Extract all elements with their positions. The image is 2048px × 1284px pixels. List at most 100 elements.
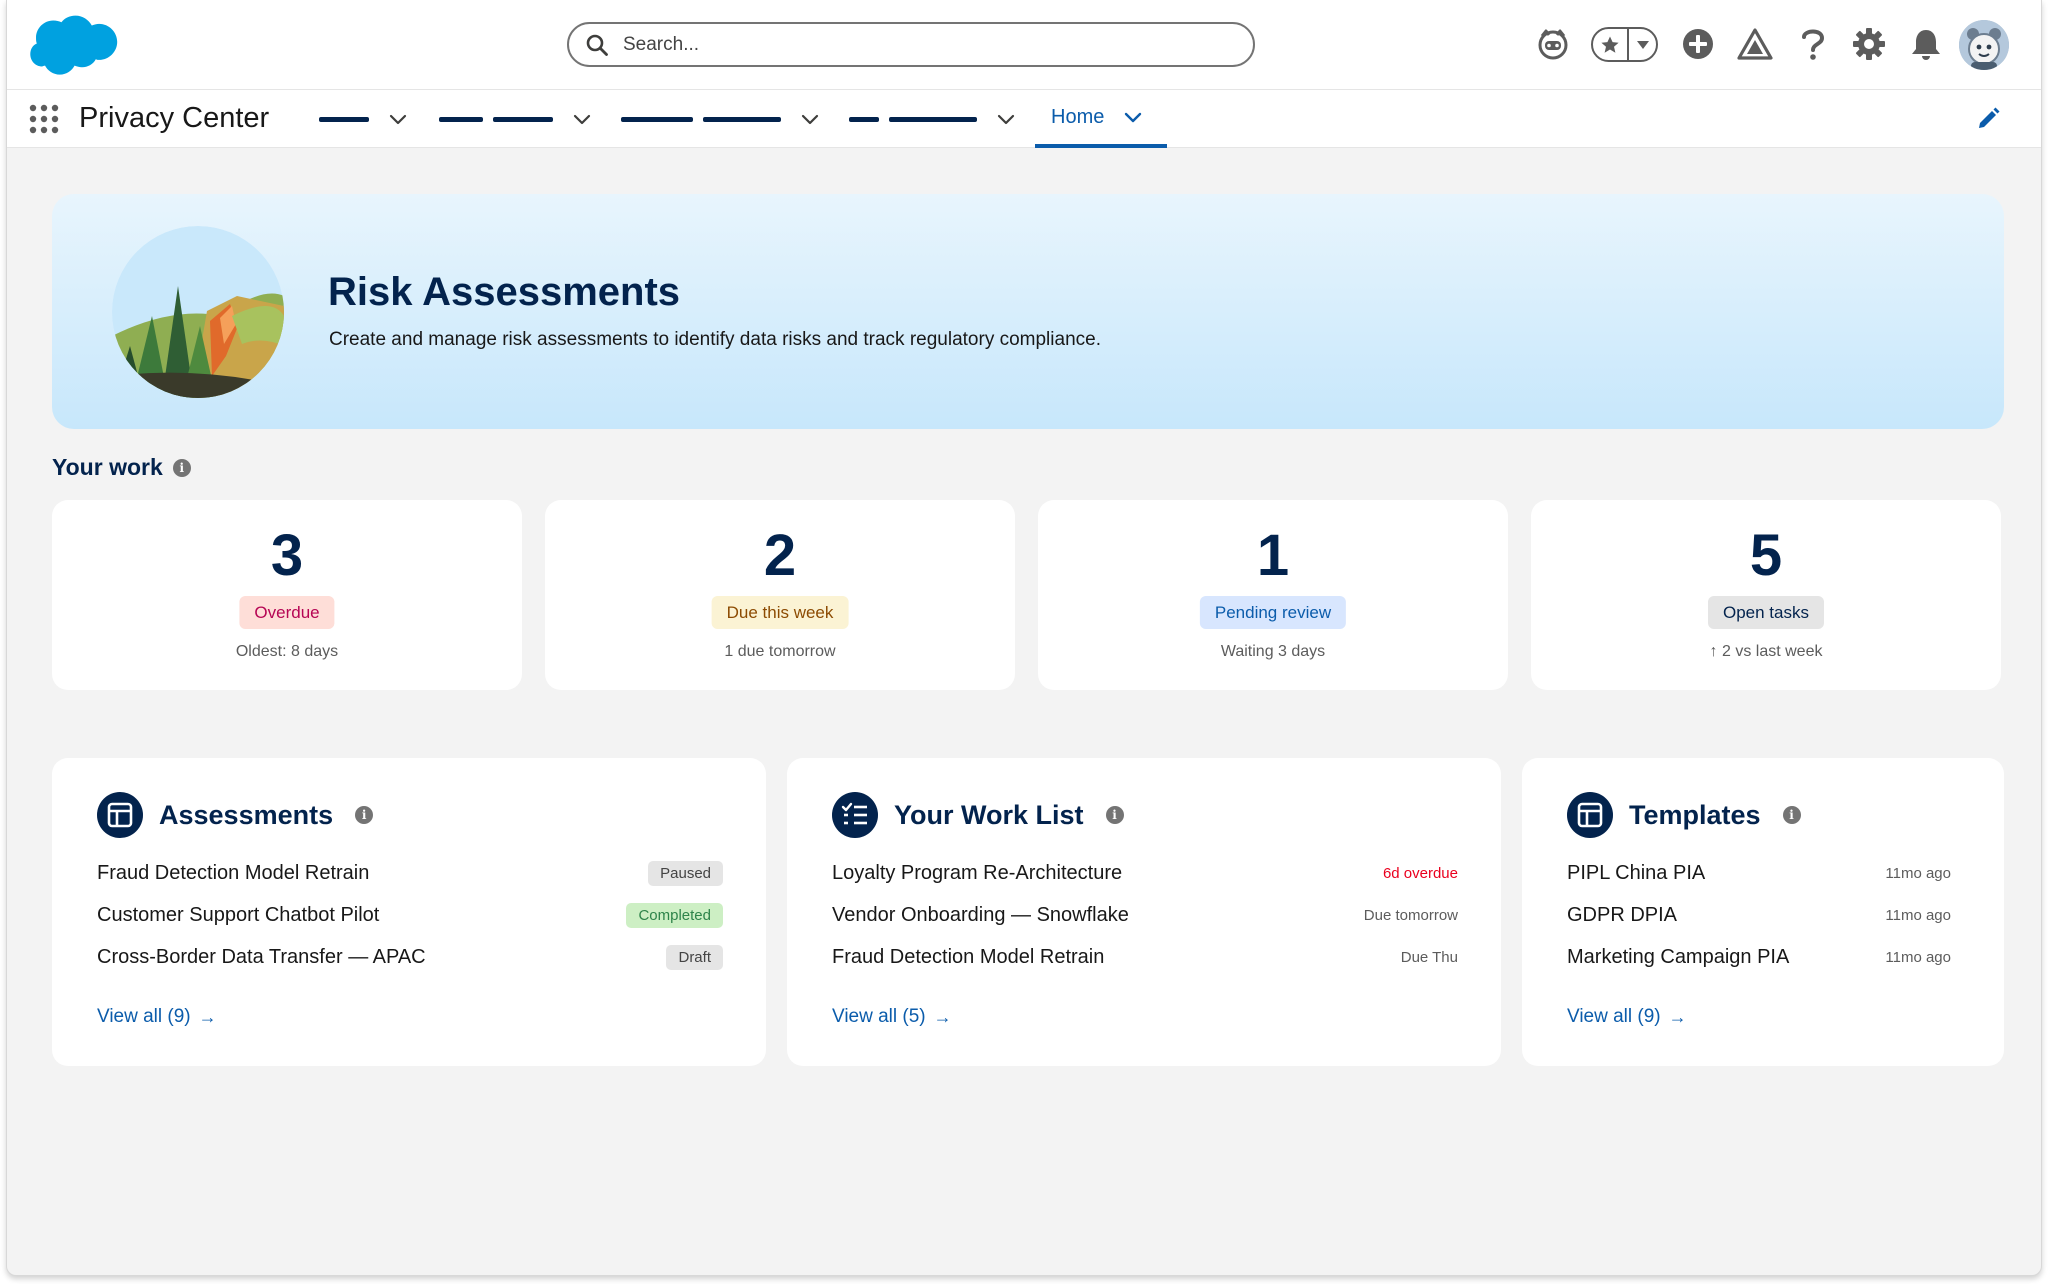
chevron-down-icon — [801, 114, 819, 125]
page-title: Risk Assessments — [328, 270, 681, 314]
arrow-right-icon: → — [1668, 1006, 1687, 1027]
due-status: Due Thu — [1400, 948, 1458, 966]
nav-tab-4[interactable] — [849, 90, 1017, 148]
list-item[interactable]: Vendor Onboarding — Snowflake Due tomorr… — [832, 900, 1458, 930]
stat-card-pending-review[interactable]: 1 Pending review Waiting 3 days — [1038, 500, 1508, 690]
plus-circle-icon — [1683, 29, 1713, 59]
due-status: 6d overdue — [1382, 864, 1458, 882]
view-all-link[interactable]: View all (9) → — [97, 1006, 217, 1028]
list-item[interactable]: Fraud Detection Model Retrain Paused — [97, 858, 723, 888]
user-avatar[interactable] — [1959, 20, 2009, 70]
card-title[interactable]: Templates — [1629, 800, 1761, 831]
status-badge: Due this week — [711, 596, 849, 629]
stat-count: 5 — [1749, 523, 1783, 588]
stat-count: 1 — [1256, 523, 1290, 588]
stat-count: 2 — [763, 523, 797, 588]
help-button[interactable] — [1793, 24, 1833, 64]
assessments-card: Assessments i Fraud Detection Model Retr… — [52, 758, 766, 1066]
stat-detail: 1 due tomorrow — [724, 643, 836, 660]
hero-banner: Risk Assessments Create and manage risk … — [52, 194, 2004, 429]
list-item[interactable]: Loyalty Program Re-Architecture 6d overd… — [832, 858, 1458, 888]
your-work-title: Your work — [52, 454, 163, 480]
card-header: Your Work List i — [832, 792, 1124, 838]
favorites-menu-button[interactable] — [1629, 29, 1656, 60]
nav-tab-home[interactable]: Home — [1035, 90, 1167, 148]
task-name[interactable]: Vendor Onboarding — Snowflake — [832, 904, 1129, 927]
stat-card-due-this-week[interactable]: 2 Due this week 1 due tomorrow — [545, 500, 1015, 690]
search-icon — [586, 34, 608, 56]
app-window: Privacy Center Home — [6, 0, 2042, 1276]
status-badge: Paused — [648, 860, 723, 886]
card-title[interactable]: Your Work List — [894, 800, 1084, 831]
chevron-down-icon — [573, 114, 591, 125]
task-name[interactable]: Fraud Detection Model Retrain — [832, 946, 1104, 969]
view-all-link[interactable]: View all (9) → — [1567, 1006, 1687, 1028]
card-header: Assessments i — [97, 792, 374, 838]
assessment-name[interactable]: Customer Support Chatbot Pilot — [97, 904, 379, 927]
search-input[interactable] — [623, 30, 1223, 60]
info-icon[interactable]: i — [1105, 806, 1124, 824]
global-search[interactable] — [567, 22, 1255, 67]
list-item[interactable]: Marketing Campaign PIA 11mo ago — [1567, 942, 1951, 972]
redacted-label — [493, 116, 553, 122]
stat-detail: Waiting 3 days — [1220, 643, 1326, 660]
stat-detail: Oldest: 8 days — [235, 643, 339, 660]
notifications-button[interactable] — [1906, 24, 1946, 64]
info-icon[interactable]: i — [355, 806, 374, 824]
setup-button[interactable] — [1849, 24, 1889, 64]
nav-tab-2[interactable] — [439, 90, 593, 148]
trailhead-icon — [1737, 28, 1773, 60]
salesforce-logo[interactable] — [27, 14, 119, 78]
redacted-label — [319, 116, 369, 122]
list-item[interactable]: GDPR DPIA 11mo ago — [1567, 900, 1951, 930]
global-header — [7, 0, 2041, 90]
chevron-down-icon — [997, 114, 1015, 125]
info-icon[interactable]: i — [172, 458, 191, 477]
status-badge: Overdue — [239, 596, 335, 629]
app-name: Privacy Center — [79, 102, 270, 134]
edit-nav-pencil-icon[interactable] — [1975, 106, 2001, 132]
trailhead-button[interactable] — [1735, 24, 1775, 64]
template-age: 11mo ago — [1885, 948, 1951, 966]
global-actions-button[interactable] — [1678, 24, 1718, 64]
assessment-name[interactable]: Cross-Border Data Transfer — APAC — [97, 946, 426, 969]
status-badge: Open tasks — [1708, 596, 1824, 629]
nav-tab-1[interactable] — [319, 90, 409, 148]
your-work-heading: Your work i — [52, 454, 191, 481]
redacted-label — [703, 116, 781, 122]
template-name[interactable]: PIPL China PIA — [1567, 862, 1705, 885]
list-item[interactable]: Cross-Border Data Transfer — APAC Draft — [97, 942, 723, 972]
task-name[interactable]: Loyalty Program Re-Architecture — [832, 862, 1122, 885]
chevron-down-icon — [389, 114, 407, 125]
agent-icon[interactable] — [1533, 24, 1573, 64]
list-item[interactable]: Fraud Detection Model Retrain Due Thu — [832, 942, 1458, 972]
nav-tab-3[interactable] — [621, 90, 821, 148]
assessment-name[interactable]: Fraud Detection Model Retrain — [97, 862, 369, 885]
info-icon[interactable]: i — [1782, 806, 1801, 824]
view-all-label: View all (9) — [97, 1006, 191, 1027]
chevron-down-icon[interactable] — [1122, 106, 1144, 128]
status-badge: Completed — [626, 902, 723, 928]
checklist-icon — [832, 792, 878, 838]
list-item[interactable]: PIPL China PIA 11mo ago — [1567, 858, 1951, 888]
redacted-label — [849, 116, 879, 122]
app-launcher-icon[interactable] — [29, 104, 59, 134]
card-title[interactable]: Assessments — [159, 800, 333, 831]
help-icon — [1802, 29, 1825, 60]
template-name[interactable]: Marketing Campaign PIA — [1567, 946, 1789, 969]
work-list-card: Your Work List i Loyalty Program Re-Arch… — [787, 758, 1501, 1066]
stat-card-open-tasks[interactable]: 5 Open tasks ↑ 2 vs last week — [1531, 500, 2001, 690]
stat-card-overdue[interactable]: 3 Overdue Oldest: 8 days — [52, 500, 522, 690]
template-name[interactable]: GDPR DPIA — [1567, 904, 1677, 927]
favorites-star-button[interactable] — [1593, 29, 1629, 60]
arrow-right-icon: → — [198, 1006, 217, 1027]
favorites-group — [1591, 27, 1658, 62]
star-icon — [1601, 36, 1619, 53]
view-all-label: View all (5) — [832, 1006, 926, 1027]
list-item[interactable]: Customer Support Chatbot Pilot Completed — [97, 900, 723, 930]
view-all-link[interactable]: View all (5) → — [832, 1006, 952, 1028]
status-badge: Pending review — [1199, 596, 1347, 629]
redacted-label — [621, 116, 693, 122]
card-header: Templates i — [1567, 792, 1801, 838]
due-status: Due tomorrow — [1363, 906, 1458, 924]
